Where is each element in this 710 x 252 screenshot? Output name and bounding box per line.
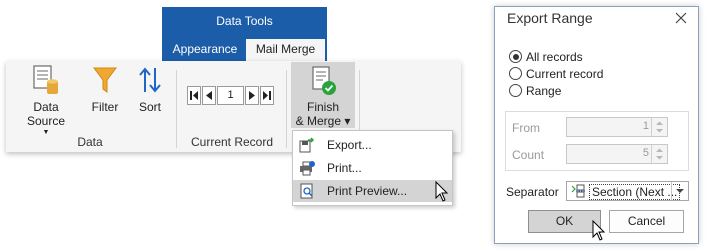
dialog-title: Export Range: [507, 10, 593, 26]
radio-current-record-label: Current record: [526, 67, 604, 81]
database-icon: [33, 65, 58, 94]
spin-arrows-icon: [656, 148, 663, 160]
separator-label: Separator: [506, 185, 559, 199]
finish-merge-button[interactable]: Finish & Merge ▾: [291, 62, 355, 128]
menu-item-export-label: Export...: [327, 138, 372, 152]
previous-record-icon: [206, 91, 212, 100]
count-label: Count: [512, 148, 545, 162]
group-label-data: Data: [77, 135, 103, 149]
funnel-icon: [93, 67, 117, 93]
last-record-button[interactable]: [260, 86, 274, 105]
from-spinner[interactable]: 1: [566, 117, 668, 137]
menu-item-print-label: Print...: [327, 161, 362, 175]
export-icon: [299, 137, 315, 153]
radio-current-record[interactable]: [509, 67, 522, 80]
sort-button[interactable]: Sort: [132, 64, 168, 116]
from-value: 1: [642, 120, 649, 132]
printer-icon: [300, 161, 315, 176]
data-source-button[interactable]: Data Source ▼: [14, 64, 78, 136]
radio-range-label: Range: [526, 84, 562, 98]
next-record-button[interactable]: [245, 86, 259, 105]
count-value: 5: [642, 147, 649, 159]
radio-range[interactable]: [509, 84, 522, 97]
section-break-icon: [571, 184, 585, 198]
last-record-icon: [263, 91, 271, 100]
menu-item-print[interactable]: Print...: [293, 157, 452, 179]
finish-merge-icon: [312, 66, 336, 95]
sort-arrows-icon: [139, 67, 161, 93]
sort-label: Sort: [138, 100, 161, 114]
spin-arrows-icon: [656, 121, 663, 133]
menu-item-export[interactable]: Export...: [293, 134, 452, 156]
close-icon[interactable]: [672, 9, 690, 27]
from-label: From: [512, 121, 540, 135]
mouse-cursor-icon: [435, 181, 449, 202]
filter-button[interactable]: Filter: [86, 64, 124, 116]
data-source-label: Data Source: [26, 100, 66, 128]
cancel-button[interactable]: Cancel: [609, 210, 684, 233]
group-label-current-record: Current Record: [190, 135, 274, 149]
previous-record-button[interactable]: [202, 86, 216, 105]
radio-all-records-label: All records: [526, 50, 583, 64]
group-separator: [176, 70, 177, 148]
count-spinner[interactable]: 5: [566, 144, 668, 164]
record-number-input[interactable]: 1: [217, 86, 244, 105]
menu-item-print-preview-label: Print Preview...: [327, 184, 408, 198]
separator-dropdown-button[interactable]: [671, 182, 688, 200]
next-record-icon: [249, 91, 255, 100]
separator-value: Section (Next ...: [589, 184, 681, 200]
spin-buttons[interactable]: [651, 118, 667, 136]
separator-combo[interactable]: Section (Next ...: [566, 181, 689, 201]
group-separator: [286, 70, 287, 148]
first-record-button[interactable]: [187, 86, 201, 105]
ok-button[interactable]: OK: [528, 210, 601, 233]
finish-merge-menu: Export... Print... Print Preview...: [292, 130, 453, 206]
menu-item-print-preview[interactable]: Print Preview...: [293, 180, 452, 202]
print-preview-icon: [300, 183, 313, 199]
contextual-tab-header: Data Tools: [162, 7, 327, 39]
mouse-cursor-icon: [592, 220, 606, 241]
first-record-icon: [190, 91, 198, 100]
tab-appearance[interactable]: Appearance: [168, 39, 242, 61]
finish-merge-label-line1: Finish: [306, 100, 339, 114]
tab-mail-merge[interactable]: Mail Merge: [246, 39, 325, 61]
chevron-down-icon: [676, 189, 684, 193]
finish-merge-label-line2: & Merge ▾: [295, 114, 351, 128]
spin-buttons[interactable]: [651, 145, 667, 163]
filter-label: Filter: [91, 100, 119, 114]
radio-all-records[interactable]: [509, 50, 522, 63]
